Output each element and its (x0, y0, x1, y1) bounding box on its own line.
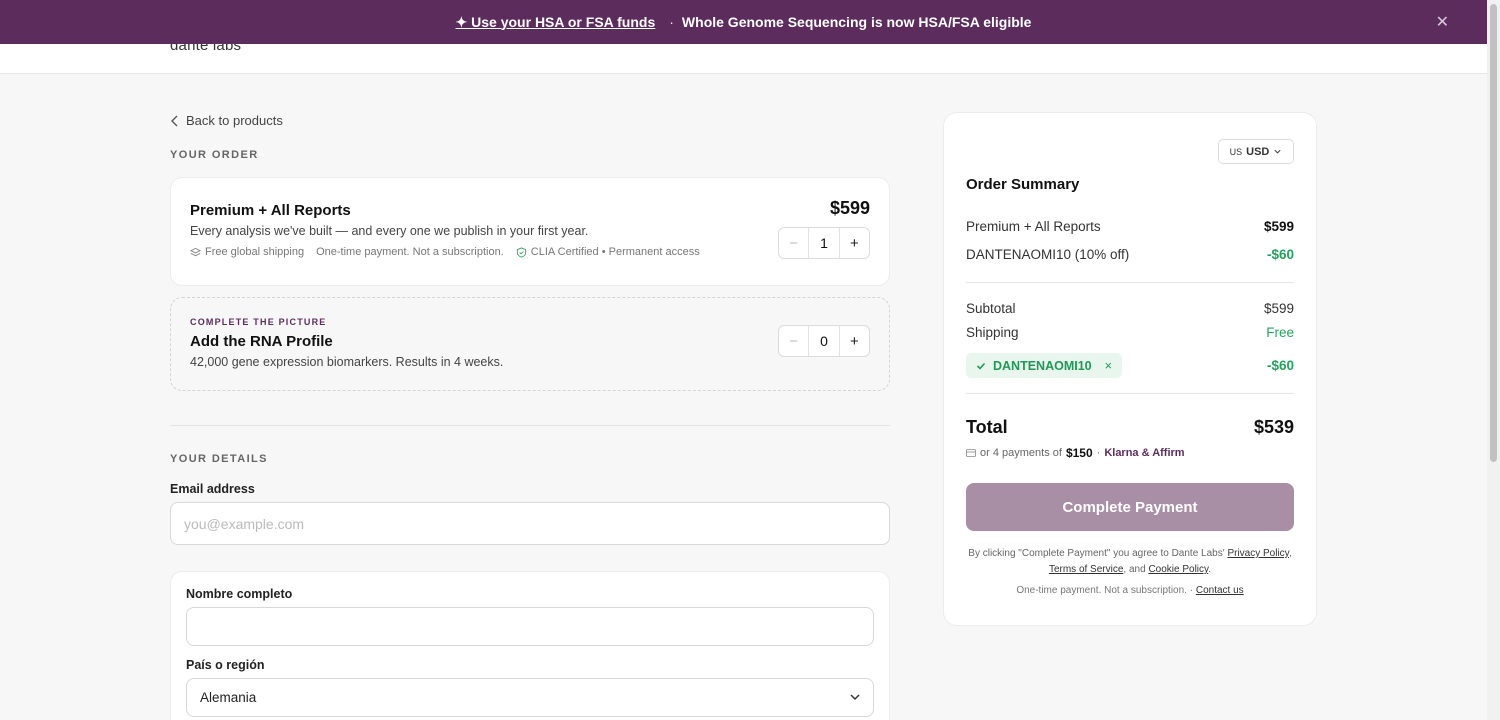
upsell-quantity-value[interactable]: 0 (809, 326, 838, 356)
shipping-value: Free (1266, 325, 1294, 340)
installments-dot: · (1096, 447, 1101, 459)
product-price: $599 (829, 198, 870, 218)
upsell-increase-button[interactable]: + (838, 326, 869, 356)
subtotal-row: Subtotal $599 (966, 301, 1294, 316)
hsa-fsa-link[interactable]: ✦ Use your HSA or FSA funds (456, 14, 656, 31)
upsell-description: 42,000 gene expression biomarkers. Resul… (190, 355, 504, 369)
summary-divider (966, 282, 1294, 283)
currency-selector[interactable]: US USD (1218, 139, 1294, 164)
legal-and: , and (1123, 564, 1146, 575)
currency-code: USD (1246, 145, 1270, 158)
legal-text: By clicking "Complete Payment" you agree… (968, 548, 1292, 575)
installments-info: or 4 payments of $150 · Klarna & Affirm (966, 446, 1185, 460)
note-text: One-time payment. Not a subscription. · (1016, 585, 1194, 596)
shipping-label: Shipping (966, 325, 1019, 340)
shipping-icon (190, 247, 201, 256)
banner-separator: · (669, 14, 674, 30)
upsell-title: Add the RNA Profile (190, 333, 333, 350)
contact-us-link[interactable]: Contact us (1196, 585, 1244, 596)
upsell-kicker: COMPLETE THE PICTURE (190, 317, 327, 327)
meta-payment: One-time payment. Not a subscription. (316, 246, 504, 258)
line-item-row: Premium + All Reports $599 (966, 219, 1294, 234)
line-item-value: $599 (1263, 219, 1294, 234)
email-label: Email address (170, 482, 255, 496)
product-title: Premium + All Reports (190, 202, 351, 219)
order-summary-panel: US USD Order Summary Premium + All Repor… (943, 112, 1317, 626)
discount-row: DANTENAOMI10 (10% off) -$60 (966, 247, 1294, 262)
meta-shipping: Free global shipping (205, 246, 305, 258)
country-value: Alemania (200, 690, 257, 705)
close-icon[interactable]: ✕ (1436, 12, 1449, 32)
back-link-label: Back to products (186, 113, 283, 128)
meta-clia: CLIA Certified • Permanent access (530, 246, 700, 258)
site-header: dante labs (0, 44, 1487, 74)
total-value: $539 (1253, 417, 1294, 437)
privacy-policy-link[interactable]: Privacy Policy (1227, 548, 1289, 559)
upsell-decrease-button[interactable]: − (779, 326, 810, 356)
email-field[interactable]: you@example.com (170, 502, 890, 545)
banner-message: Whole Genome Sequencing is now HSA/FSA e… (681, 14, 1032, 30)
remove-coupon-button[interactable]: × (1105, 359, 1112, 373)
order-summary-title: Order Summary (966, 176, 1080, 193)
check-icon (976, 362, 986, 370)
upsell-quantity-stepper: − 0 + (778, 325, 870, 357)
upsell-card: COMPLETE THE PICTURE Add the RNA Profile… (170, 297, 890, 391)
currency-flag: US (1229, 146, 1243, 157)
decrease-button[interactable]: − (779, 228, 810, 258)
country-label: País o región (186, 658, 265, 672)
full-name-field[interactable] (186, 607, 874, 646)
installments-prefix: or 4 payments of (980, 447, 1062, 459)
your-details-heading: YOUR DETAILS (170, 453, 268, 465)
line-item-label: Premium + All Reports (966, 219, 1101, 234)
shield-check-icon (516, 246, 526, 258)
your-order-heading: YOUR ORDER (170, 149, 259, 161)
increase-button[interactable]: + (838, 228, 869, 258)
shipping-row: Shipping Free (966, 325, 1294, 340)
chevron-down-icon (850, 694, 860, 701)
discount-label: DANTENAOMI10 (10% off) (966, 247, 1130, 262)
cookie-policy-link[interactable]: Cookie Policy (1148, 564, 1208, 575)
quantity-stepper: − 1 + (778, 227, 870, 259)
product-description: Every analysis we've built — and every o… (190, 224, 589, 238)
complete-payment-button[interactable]: Complete Payment (966, 483, 1294, 531)
scrollbar-thumb[interactable] (1490, 4, 1497, 462)
klarna-affirm-link[interactable]: Klarna & Affirm (1104, 447, 1184, 459)
total-row: Total $539 (966, 417, 1294, 438)
product-meta: Free global shipping One-time payment. N… (190, 246, 700, 258)
chevron-left-icon (171, 115, 178, 126)
coupon-badge: DANTENAOMI10 × (966, 353, 1122, 378)
chevron-down-icon (1274, 149, 1281, 154)
country-select[interactable]: Alemania (186, 678, 874, 717)
payment-note: One-time payment. Not a subscription. · … (962, 585, 1298, 596)
total-label: Total (966, 417, 1008, 437)
installments-amount: $150 (1065, 446, 1093, 460)
promo-banner: ✦ Use your HSA or FSA funds · Whole Geno… (0, 0, 1487, 44)
legal-prefix: By clicking "Complete Payment" you agree… (968, 548, 1225, 559)
coupon-value: -$60 (1266, 358, 1294, 373)
subtotal-label: Subtotal (966, 301, 1016, 316)
logo[interactable]: dante labs (170, 44, 241, 54)
discount-value: -$60 (1266, 247, 1294, 262)
summary-divider (966, 393, 1294, 394)
coupon-code: DANTENAOMI10 (993, 358, 1092, 373)
page-scrollbar[interactable] (1487, 0, 1500, 720)
subtotal-value: $599 (1263, 301, 1294, 316)
card-icon (966, 449, 976, 457)
quantity-value[interactable]: 1 (809, 228, 838, 258)
name-label: Nombre completo (186, 587, 293, 601)
terms-of-service-link[interactable]: Terms of Service (1049, 564, 1123, 575)
product-card: Premium + All Reports Every analysis we'… (170, 177, 890, 286)
section-divider (170, 425, 890, 426)
coupon-row: DANTENAOMI10 × -$60 (966, 353, 1294, 378)
back-to-products-link[interactable]: Back to products (170, 113, 283, 128)
